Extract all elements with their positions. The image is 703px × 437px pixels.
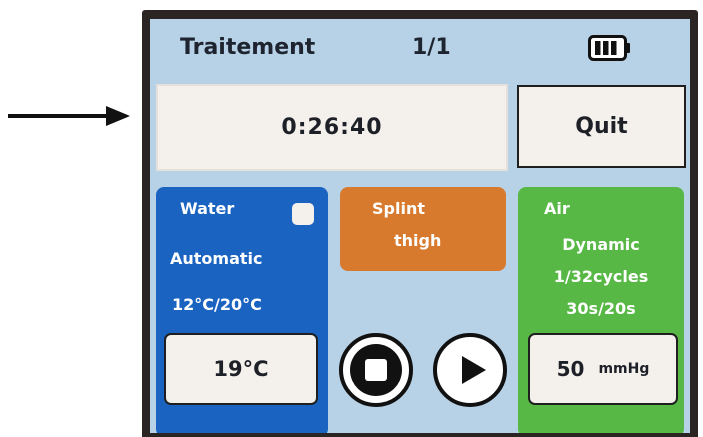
pointer-arrow-icon xyxy=(8,106,130,126)
air-mode: Dynamic xyxy=(562,235,640,254)
device-screen: Traitement 1/1 0:26:40 Quit Water Automa… xyxy=(150,19,690,433)
quit-button[interactable]: Quit xyxy=(517,85,686,168)
splint-location: thigh xyxy=(394,231,442,250)
water-toggle[interactable] xyxy=(292,203,314,225)
page-indicator: 1/1 xyxy=(412,35,451,60)
water-mode: Automatic xyxy=(170,249,263,268)
battery-icon xyxy=(588,35,630,61)
stop-icon xyxy=(350,344,402,396)
air-pressure-button[interactable]: 50 mmHg xyxy=(528,333,678,405)
air-panel[interactable]: Air Dynamic 1/32cycles 30s/20s 50 mmHg xyxy=(518,187,684,433)
page-title: Traitement xyxy=(180,35,316,60)
pressure-unit: mmHg xyxy=(598,361,650,377)
water-label: Water xyxy=(180,199,235,218)
air-label: Air xyxy=(544,199,570,218)
splint-label: Splint xyxy=(372,199,425,218)
pressure-value: 50 xyxy=(556,357,585,381)
play-icon xyxy=(462,356,486,384)
splint-panel[interactable]: Splint thigh xyxy=(340,187,506,271)
water-temperature-button[interactable]: 19°C xyxy=(164,333,318,405)
stop-button[interactable] xyxy=(339,333,413,407)
treatment-timer: 0:26:40 xyxy=(156,84,508,171)
air-timing: 30s/20s xyxy=(566,299,636,318)
air-cycles: 1/32cycles xyxy=(553,267,649,286)
water-temp-range: 12°C/20°C xyxy=(172,295,262,314)
play-button[interactable] xyxy=(433,333,507,407)
water-panel[interactable]: Water Automatic 12°C/20°C 19°C xyxy=(156,187,328,433)
